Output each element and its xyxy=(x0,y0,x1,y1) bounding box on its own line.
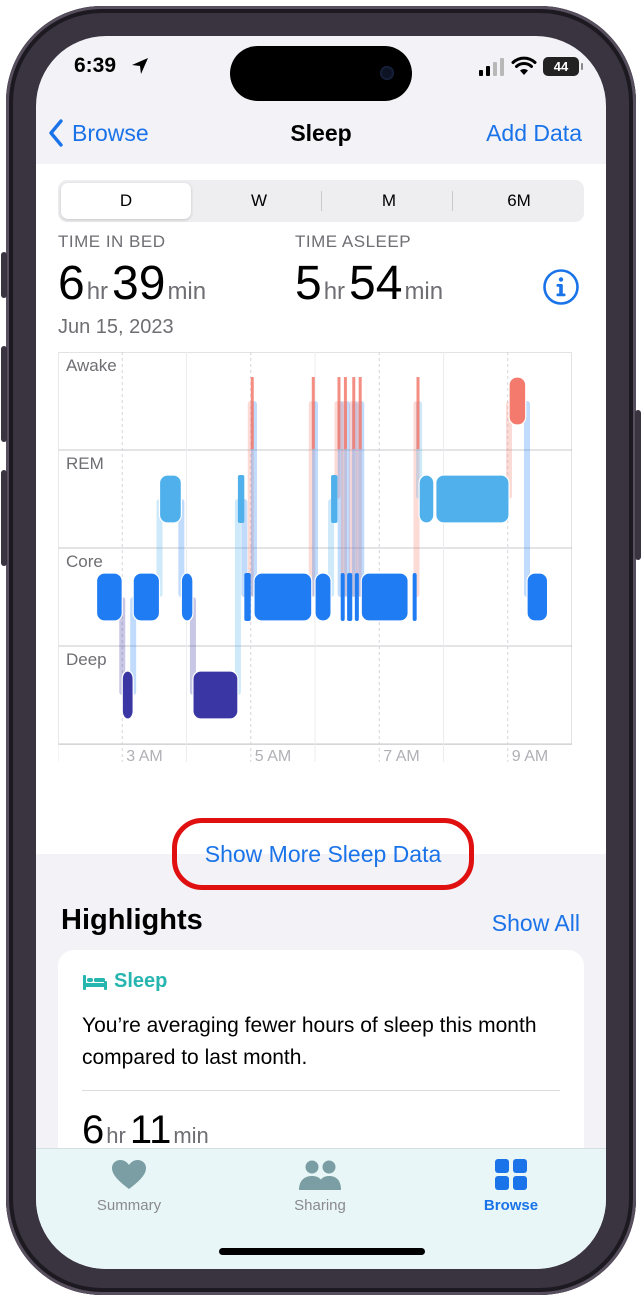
segment-6-month[interactable]: 6M xyxy=(454,180,584,222)
screen: 6:39 44 Browse Sleep Add Data D W M 6M T… xyxy=(36,36,606,1269)
status-time: 6:39 xyxy=(74,54,117,77)
hr-unit: hr xyxy=(106,1123,126,1148)
asleep-hours: 5 xyxy=(295,257,322,310)
stage-label: Deep xyxy=(66,650,107,669)
sleep-segment xyxy=(311,377,315,449)
sleep-segment xyxy=(253,572,313,622)
add-data-button[interactable]: Add Data xyxy=(486,120,582,147)
sleep-segment xyxy=(244,573,251,621)
stage-label: Awake xyxy=(66,356,117,375)
sleep-segment xyxy=(121,670,134,720)
sleep-segment xyxy=(180,572,194,622)
avg-minutes: 11 xyxy=(129,1108,172,1152)
sleep-segment xyxy=(237,475,245,523)
cellular-signal-icon xyxy=(479,58,504,76)
sleep-segment xyxy=(314,572,332,622)
time-asleep-value: 5 hr 54 min xyxy=(295,256,447,311)
sleep-segment xyxy=(331,475,338,523)
min-unit: min xyxy=(167,278,207,305)
tab-summary-label: Summary xyxy=(96,1197,162,1214)
x-tick-label: 3 AM xyxy=(126,748,162,762)
sleep-segment xyxy=(358,377,362,449)
home-indicator xyxy=(219,1248,425,1255)
sleep-segment xyxy=(508,376,527,426)
show-more-sleep-data-button[interactable]: Show More Sleep Data xyxy=(172,818,474,890)
location-arrow-icon xyxy=(132,58,148,74)
sleep-segment xyxy=(132,572,161,622)
sleep-stages-chart: Awake REM Core Deep 3 AM 5 AM 7 AM 9 AM xyxy=(58,352,572,762)
highlight-text: You’re averaging fewer hours of sleep th… xyxy=(82,1014,537,1069)
sleep-segment xyxy=(192,670,239,720)
heart-icon xyxy=(112,1160,146,1189)
time-asleep-label: TIME ASLEEP xyxy=(295,232,412,251)
chart-date: Jun 15, 2023 xyxy=(58,316,174,338)
segment-month[interactable]: M xyxy=(324,180,454,222)
tab-browse[interactable]: Browse xyxy=(441,1159,581,1214)
x-tick-label: 9 AM xyxy=(512,748,548,762)
stage-label: Core xyxy=(66,552,103,571)
volume-up-button xyxy=(1,346,7,442)
sleep-segment xyxy=(347,573,353,621)
people-icon xyxy=(299,1160,341,1190)
asleep-minutes: 54 xyxy=(349,257,403,310)
stage-transition xyxy=(234,499,241,695)
sleep-segment xyxy=(340,573,345,621)
time-in-bed-label: TIME IN BED xyxy=(58,232,166,251)
bed-icon xyxy=(83,974,107,990)
tab-sharing-label: Sharing xyxy=(294,1197,346,1214)
grid-icon xyxy=(495,1159,527,1190)
info-icon[interactable] xyxy=(542,268,580,306)
segment-day[interactable]: D xyxy=(61,183,191,219)
sleep-segment xyxy=(526,572,549,622)
sleep-segment xyxy=(418,474,435,524)
card-category: Sleep xyxy=(82,970,167,993)
tab-summary[interactable]: Summary xyxy=(59,1159,199,1214)
avg-hours: 6 xyxy=(82,1108,105,1152)
sleep-segment xyxy=(158,474,182,524)
sleep-segment xyxy=(352,377,356,449)
segment-week[interactable]: W xyxy=(194,180,324,222)
x-tick-label: 7 AM xyxy=(383,748,419,762)
stage-transition xyxy=(524,401,531,597)
sleep-segment xyxy=(435,474,510,524)
hr-unit: hr xyxy=(86,278,109,305)
sleep-segment xyxy=(250,377,254,449)
period-segmented-control: D W M 6M xyxy=(58,180,584,222)
camera xyxy=(380,66,394,80)
nav-bar: Browse Sleep Add Data xyxy=(36,100,606,164)
x-tick-label: 5 AM xyxy=(255,748,291,762)
time-in-bed-value: 6 hr 39 min xyxy=(58,256,210,311)
volume-down-button xyxy=(1,470,7,566)
battery-icon: 44 xyxy=(543,57,583,76)
wifi-icon xyxy=(511,56,537,75)
sleep-segment xyxy=(95,572,123,622)
show-all-button[interactable]: Show All xyxy=(492,910,580,937)
in-bed-minutes: 39 xyxy=(112,257,166,310)
sleep-segment xyxy=(343,377,347,449)
sleep-segment xyxy=(360,572,409,622)
dynamic-island xyxy=(230,46,412,101)
sleep-segment xyxy=(412,573,417,621)
sleep-segment xyxy=(337,377,341,449)
action-button xyxy=(1,252,7,298)
min-unit: min xyxy=(173,1123,209,1148)
stage-label: REM xyxy=(66,454,104,473)
in-bed-hours: 6 xyxy=(58,257,85,310)
average-sleep-value: 6 hr 11 min xyxy=(82,1108,213,1153)
card-divider xyxy=(82,1090,560,1091)
highlights-heading: Highlights xyxy=(61,904,203,936)
card-category-label: Sleep xyxy=(114,970,168,992)
hr-unit: hr xyxy=(323,278,346,305)
segment-divider xyxy=(452,191,453,211)
tab-browse-label: Browse xyxy=(483,1197,539,1214)
tab-sharing[interactable]: Sharing xyxy=(250,1159,390,1214)
sleep-segment xyxy=(354,573,359,621)
sleep-summary-panel: D W M 6M TIME IN BED 6 hr 39 min TIME AS… xyxy=(36,164,606,890)
power-button xyxy=(635,410,641,560)
min-unit: min xyxy=(404,278,444,305)
sleep-segment xyxy=(416,377,420,449)
segment-divider xyxy=(321,191,322,211)
